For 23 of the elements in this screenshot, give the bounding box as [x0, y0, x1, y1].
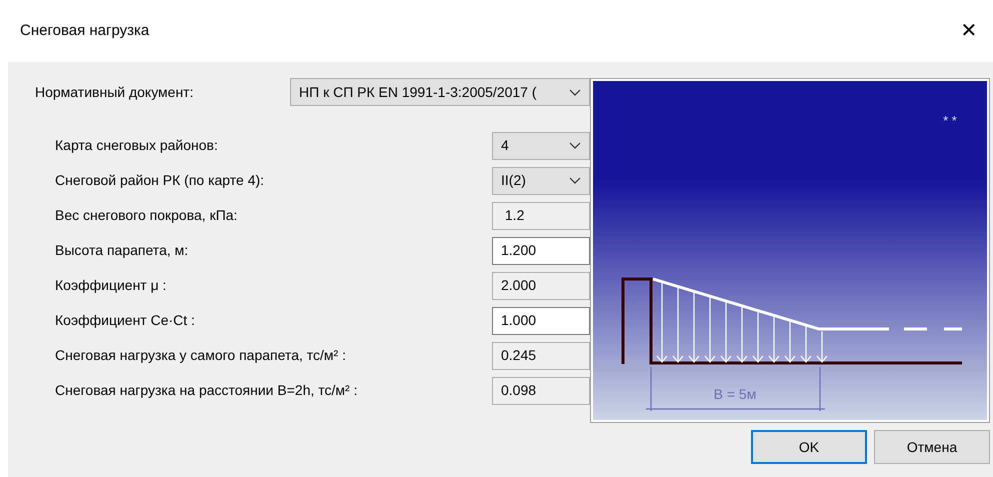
- dropdown[interactable]: 4: [492, 132, 590, 160]
- chevron-down-icon: [569, 88, 581, 96]
- ok-button[interactable]: OK: [751, 430, 867, 464]
- field-label: Коэффициент μ :: [55, 276, 166, 295]
- dimension-label: B = 5м: [714, 386, 756, 402]
- field-label: Снеговой район РК (по карте 4):: [55, 171, 264, 190]
- field-label: Высота парапета, м:: [55, 241, 188, 260]
- field-label: Снеговая нагрузка на расстоянии B=2h, тс/м² :: [55, 381, 358, 400]
- close-button[interactable]: ✕: [949, 11, 989, 51]
- cancel-button[interactable]: Отмена: [874, 430, 990, 464]
- chevron-down-icon: [569, 142, 581, 149]
- field-label: Снеговая нагрузка у самого парапета, тс/м² :: [55, 346, 346, 365]
- input-field[interactable]: 1.000: [492, 306, 590, 334]
- field-label: Коэффициент Ce·Ct :: [55, 311, 195, 330]
- field-label: Нормативный документ:: [35, 82, 194, 102]
- input-field[interactable]: 1.200: [492, 236, 590, 264]
- window-title: Снеговая нагрузка: [20, 20, 150, 41]
- diagram-mark: * *: [943, 113, 957, 128]
- dropdown[interactable]: II(2): [492, 166, 590, 194]
- chevron-down-icon: [569, 177, 581, 184]
- document-dropdown[interactable]: НП к СП РК EN 1991-1-3:2005/2017 (: [290, 78, 590, 106]
- field-label: Карта снеговых районов:: [55, 136, 218, 155]
- field-label: Вес снегового покрова, кПа:: [55, 206, 238, 225]
